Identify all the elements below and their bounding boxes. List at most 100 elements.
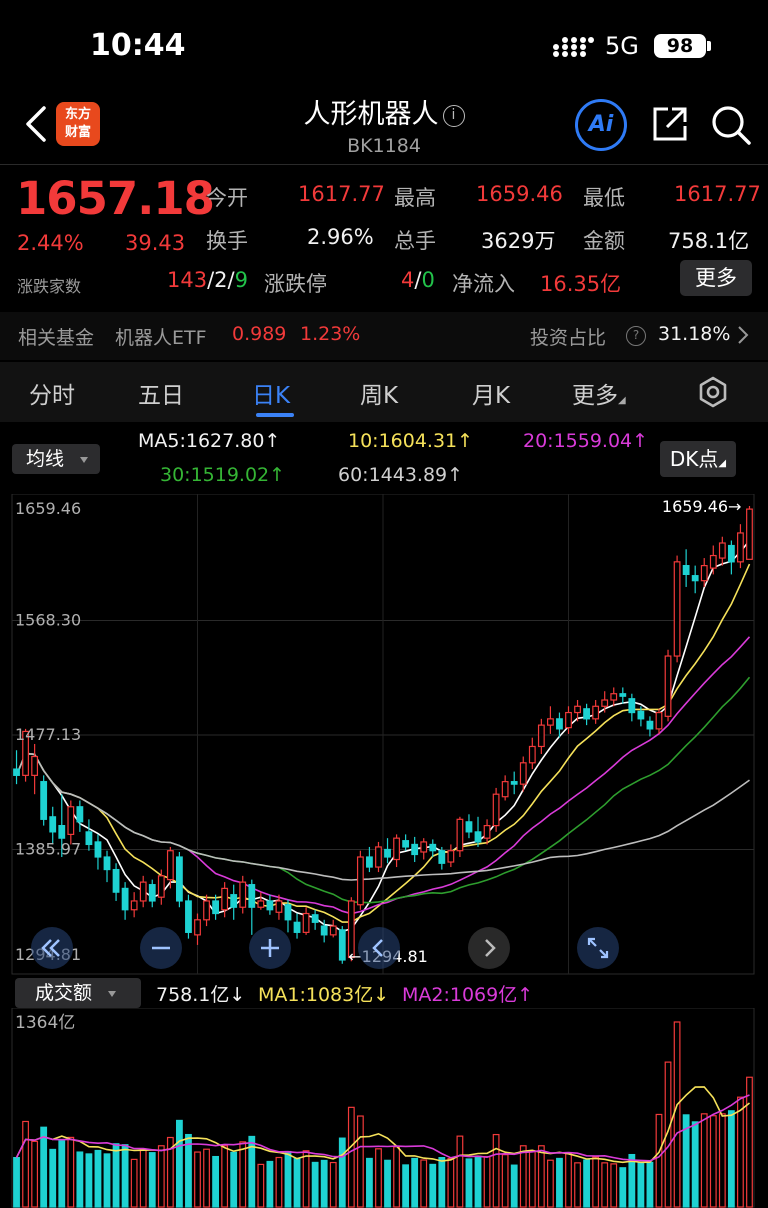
volume-bar bbox=[537, 1145, 545, 1208]
volume-bar bbox=[709, 1115, 717, 1208]
candle bbox=[537, 724, 545, 748]
fullscreen-button[interactable] bbox=[577, 927, 619, 969]
volume-bar bbox=[257, 1163, 265, 1208]
candle bbox=[175, 856, 183, 902]
volume-chart[interactable]: 1364亿 bbox=[0, 1008, 768, 1208]
ma60-value: 60:1443.89↑ bbox=[338, 464, 464, 486]
candle bbox=[402, 840, 410, 848]
status-time: 10:44 bbox=[90, 28, 186, 63]
candle bbox=[148, 884, 156, 902]
ratio-value: 31.18% bbox=[658, 323, 731, 345]
more-button[interactable]: 更多 bbox=[680, 260, 752, 296]
volume-bar bbox=[456, 1135, 464, 1208]
candle bbox=[501, 781, 509, 798]
candle bbox=[384, 848, 391, 858]
volume-label: 总手 bbox=[394, 229, 436, 253]
volume-bar bbox=[366, 1157, 373, 1208]
candle bbox=[528, 745, 536, 764]
volume-ma2: MA2:1069亿↑ bbox=[402, 984, 534, 1006]
tab-weekly-k[interactable]: 周K bbox=[360, 376, 398, 410]
volume-bar bbox=[619, 1167, 627, 1208]
candle bbox=[338, 929, 346, 961]
info-icon[interactable]: i bbox=[442, 104, 465, 127]
candle bbox=[646, 720, 654, 730]
ratio-label: 投资占比 bbox=[530, 327, 607, 349]
volume-bar bbox=[284, 1150, 292, 1208]
volume-bar bbox=[22, 1120, 29, 1208]
volume-bar bbox=[320, 1159, 328, 1208]
volume-indicator-select[interactable]: 成交额 bbox=[15, 978, 141, 1008]
tab-daily-k[interactable]: 日K bbox=[252, 376, 290, 410]
tab-intraday[interactable]: 分时 bbox=[29, 376, 75, 410]
scroll-left-button[interactable] bbox=[358, 927, 400, 969]
network-type: 5G bbox=[605, 32, 639, 60]
volume-bar bbox=[565, 1153, 572, 1208]
candle bbox=[221, 887, 229, 911]
volume-bar bbox=[148, 1152, 156, 1208]
zoom-out-button[interactable] bbox=[140, 927, 182, 969]
y-axis-label: 1568.30 bbox=[15, 611, 81, 630]
candle bbox=[565, 711, 572, 729]
share-icon[interactable] bbox=[650, 104, 690, 144]
candle bbox=[456, 818, 464, 852]
inflow-label: 净流入 bbox=[452, 272, 515, 296]
candle bbox=[157, 875, 165, 898]
volume-bar bbox=[501, 1154, 509, 1208]
volume-bar bbox=[610, 1163, 618, 1208]
fund-label: 相关基金 bbox=[18, 327, 95, 349]
volume-bar bbox=[139, 1148, 147, 1208]
tab-more[interactable]: 更多◢ bbox=[572, 376, 626, 410]
scroll-right-button[interactable] bbox=[468, 927, 510, 969]
volume-bar bbox=[194, 1151, 201, 1208]
candle bbox=[664, 655, 672, 717]
tab-monthly-k[interactable]: 月K bbox=[472, 376, 510, 410]
indicator-select[interactable]: 均线 bbox=[12, 444, 100, 474]
volume-bar bbox=[347, 1106, 355, 1208]
volume-bar bbox=[483, 1155, 491, 1208]
candle bbox=[510, 781, 518, 785]
scroll-left-fast-button[interactable] bbox=[31, 927, 73, 969]
divider bbox=[0, 164, 768, 165]
zoom-in-button[interactable] bbox=[249, 927, 291, 969]
dk-point-button[interactable]: DK点◢ bbox=[660, 441, 736, 477]
candle bbox=[420, 841, 428, 853]
candle bbox=[483, 825, 491, 839]
candle bbox=[94, 841, 102, 858]
candle bbox=[31, 755, 39, 776]
tab-five-day[interactable]: 五日 bbox=[138, 376, 184, 410]
volume-bar bbox=[212, 1155, 220, 1208]
volume-bar bbox=[474, 1155, 482, 1208]
candle bbox=[673, 561, 681, 657]
chevron-right-icon[interactable] bbox=[737, 325, 749, 345]
volume-bar bbox=[31, 1140, 39, 1208]
help-icon[interactable]: ? bbox=[626, 326, 646, 346]
candle bbox=[601, 699, 609, 707]
candle bbox=[58, 825, 66, 839]
fund-name[interactable]: 机器人ETF bbox=[115, 323, 207, 350]
volume-bar bbox=[519, 1145, 527, 1208]
volume-bar bbox=[420, 1159, 428, 1208]
volume-bar bbox=[40, 1126, 48, 1208]
amount-value: 758.1亿 bbox=[668, 229, 750, 253]
candle bbox=[356, 856, 364, 906]
ma30-value: 30:1519.02↑ bbox=[160, 464, 286, 486]
candle bbox=[637, 710, 645, 720]
battery-icon: 98 bbox=[654, 34, 706, 58]
ma20-value: 20:1559.04↑ bbox=[523, 430, 649, 452]
gear-icon[interactable] bbox=[697, 376, 729, 408]
volume-y-label: 1364亿 bbox=[15, 1013, 75, 1033]
candle bbox=[13, 768, 20, 776]
volume-bar bbox=[49, 1148, 57, 1208]
kline-chart[interactable]: 1659.461568.301477.131385.971294.811659.… bbox=[0, 494, 768, 976]
volume-bar bbox=[447, 1157, 455, 1208]
volume-bar bbox=[737, 1096, 744, 1208]
candle bbox=[166, 850, 174, 881]
volume-bar bbox=[76, 1151, 84, 1208]
y-axis-label: 1659.46 bbox=[15, 499, 81, 518]
volume-bar bbox=[402, 1164, 410, 1208]
candle bbox=[393, 837, 400, 861]
ai-button[interactable]: Ai bbox=[575, 99, 627, 151]
search-icon[interactable] bbox=[710, 104, 752, 146]
y-axis-label: 1385.97 bbox=[15, 840, 81, 859]
candle bbox=[112, 868, 120, 893]
